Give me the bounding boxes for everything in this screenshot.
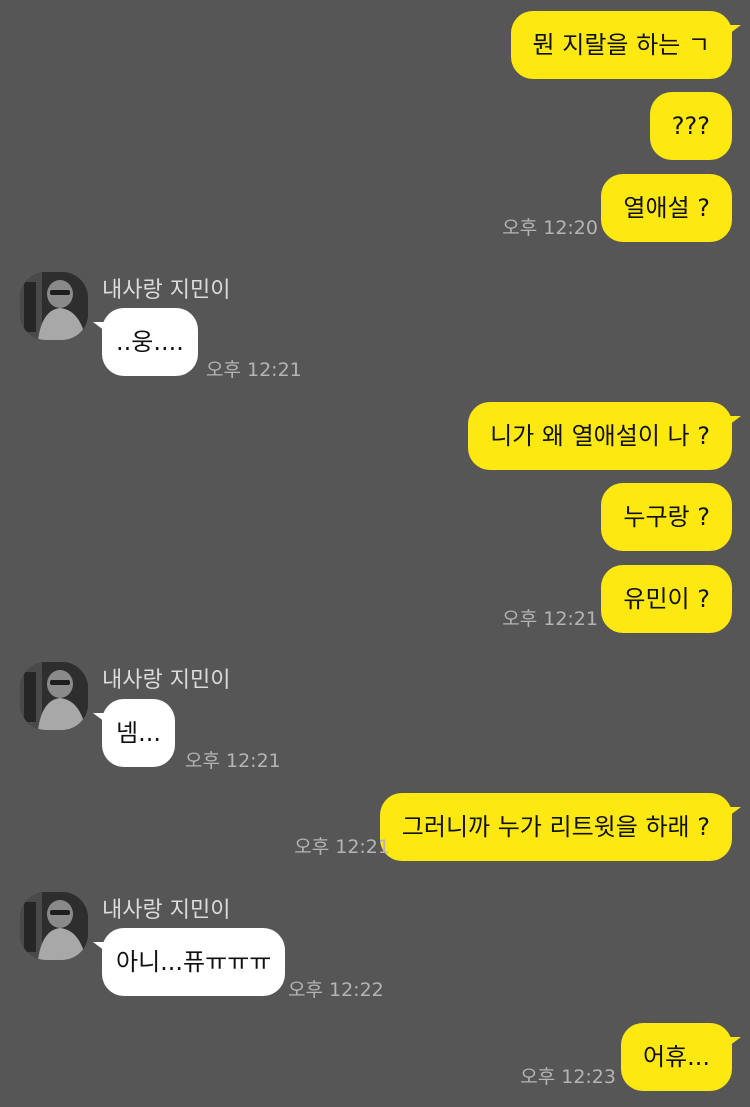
profile-photo-avatar-icon bbox=[20, 272, 88, 340]
message-text: 열애설 ? bbox=[623, 194, 710, 222]
sender-name: 내사랑 지민이 bbox=[102, 278, 231, 303]
my-message-bubble[interactable]: 어휴... bbox=[620, 1023, 742, 1091]
message-text: 누구랑 ? bbox=[623, 503, 710, 531]
message-text: 뭔 지랄을 하는 ㄱ bbox=[532, 31, 710, 59]
my-message-bubble[interactable]: 그러니까 누가 리트윗을 하래 ? bbox=[379, 793, 742, 861]
message-text: 유민이 ? bbox=[623, 585, 710, 613]
contact-avatar[interactable] bbox=[20, 272, 88, 340]
my-message-bubble[interactable]: 열애설 ? bbox=[601, 174, 732, 242]
chat-message-list[interactable]: 뭔 지랄을 하는 ㄱ ??? 열애설 ? 오후 12:20 내사랑 지민이 ..… bbox=[0, 0, 750, 1107]
sender-name: 내사랑 지민이 bbox=[102, 668, 231, 693]
message-timestamp: 오후 12:21 bbox=[206, 359, 302, 381]
message-timestamp: 오후 12:21 bbox=[502, 608, 598, 630]
message-timestamp: 오후 12:20 bbox=[502, 217, 598, 239]
their-message-bubble[interactable]: 넴... bbox=[93, 699, 175, 767]
message-text: 어휴... bbox=[642, 1043, 710, 1071]
message-timestamp: 오후 12:23 bbox=[520, 1066, 616, 1088]
my-message-bubble[interactable]: 뭔 지랄을 하는 ㄱ bbox=[510, 11, 742, 79]
message-timestamp: 오후 12:21 bbox=[185, 750, 281, 772]
my-message-bubble[interactable]: 니가 왜 열애설이 나 ? bbox=[468, 402, 741, 470]
contact-avatar[interactable] bbox=[20, 892, 88, 960]
message-timestamp: 오후 12:21 bbox=[294, 836, 390, 858]
my-message-bubble[interactable]: 유민이 ? bbox=[601, 565, 732, 633]
profile-photo-avatar-icon bbox=[20, 892, 88, 960]
sender-name: 내사랑 지민이 bbox=[102, 898, 231, 923]
my-message-bubble[interactable]: 누구랑 ? bbox=[601, 483, 732, 551]
message-text: 니가 왜 열애설이 나 ? bbox=[490, 422, 710, 450]
message-text: 그러니까 누가 리트윗을 하래 ? bbox=[401, 813, 710, 841]
my-message-bubble[interactable]: ??? bbox=[649, 92, 732, 160]
message-text: 넴... bbox=[116, 719, 161, 747]
their-message-bubble[interactable]: 아니...퓨ㅠㅠㅠ bbox=[92, 928, 286, 996]
message-text: ??? bbox=[671, 112, 710, 140]
profile-photo-avatar-icon bbox=[20, 662, 88, 730]
message-timestamp: 오후 12:22 bbox=[288, 979, 384, 1001]
message-text: ..웅.... bbox=[116, 328, 184, 356]
message-text: 아니...퓨ㅠㅠㅠ bbox=[116, 948, 272, 976]
contact-avatar[interactable] bbox=[20, 662, 88, 730]
their-message-bubble[interactable]: ..웅.... bbox=[93, 308, 198, 376]
